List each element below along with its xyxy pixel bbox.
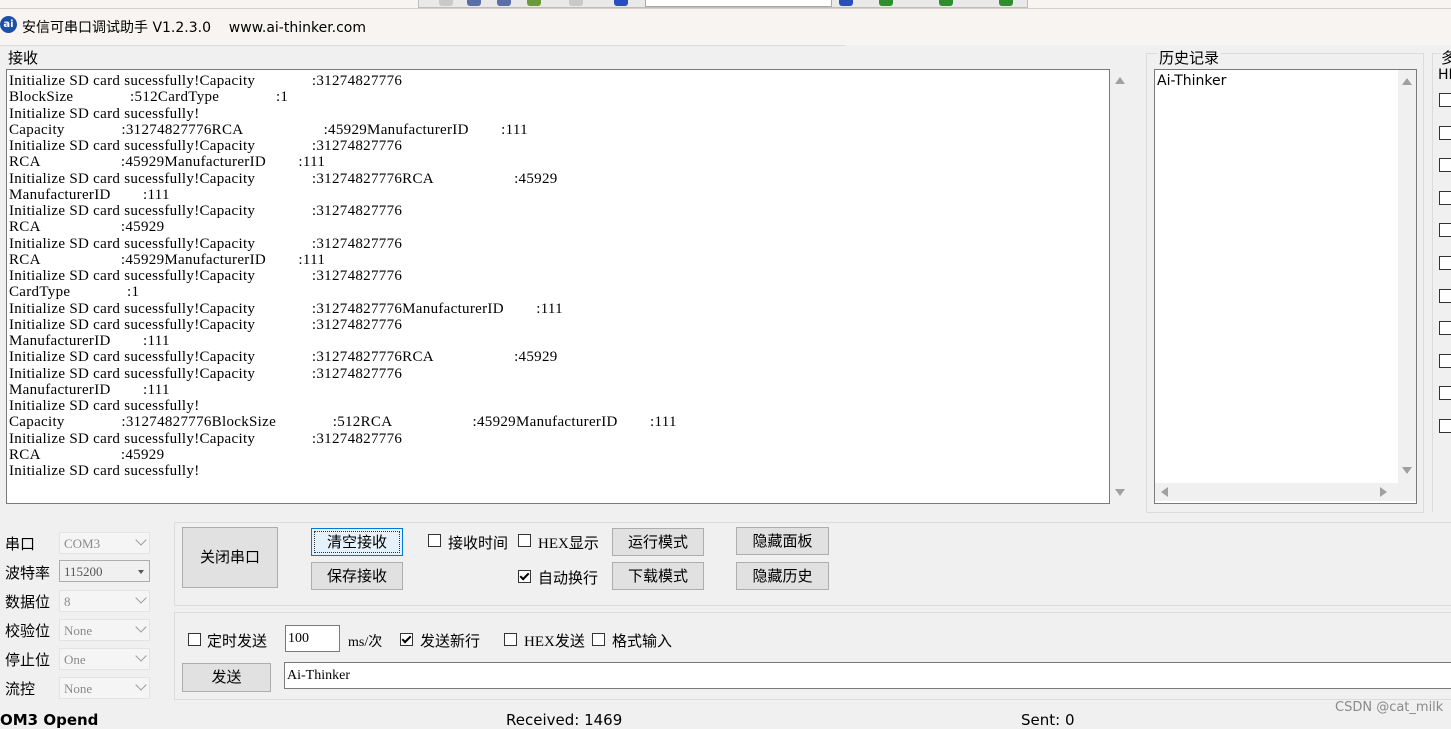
multi-string-groupbox [1432, 53, 1451, 512]
port-select[interactable]: COM3 [59, 532, 150, 554]
multi-string-checkbox[interactable] [1439, 353, 1451, 368]
scroll-up-icon[interactable] [1115, 77, 1125, 84]
multi-string-checkbox[interactable] [1439, 125, 1451, 140]
auto-wrap-label: 自动换行 [538, 569, 599, 587]
toolbar-icon [839, 0, 853, 6]
baud-select[interactable]: 115200 [59, 560, 150, 582]
receive-label: 接收 [8, 49, 39, 67]
receive-time-checkbox[interactable] [428, 534, 441, 547]
stopbits-select[interactable]: One [59, 648, 150, 670]
hide-panel-button[interactable]: 隐藏面板 [736, 527, 829, 555]
stopbits-label: 停止位 [5, 651, 51, 669]
receive-time-label: 接收时间 [448, 534, 509, 552]
receive-scrollbar[interactable] [1111, 69, 1129, 504]
scroll-up-icon[interactable] [1402, 78, 1412, 85]
history-hscrollbar[interactable] [1155, 483, 1416, 501]
interval-input[interactable] [285, 625, 340, 652]
chevron-down-icon [135, 592, 147, 604]
send-newline-checkbox[interactable] [400, 633, 413, 646]
toolbar-icon [527, 0, 541, 6]
hex-display-checkbox[interactable] [518, 534, 531, 547]
toolbar-icon [879, 0, 893, 6]
multi-string-checkbox[interactable] [1439, 223, 1451, 238]
receive-textarea[interactable]: Initialize SD card sucessfully!Capacity … [6, 69, 1110, 504]
multi-string-checkbox[interactable] [1439, 386, 1451, 401]
download-mode-button[interactable]: 下载模式 [612, 562, 704, 590]
scroll-left-icon[interactable] [1161, 487, 1168, 497]
history-label: 历史记录 [1157, 47, 1222, 68]
multi-string-checkbox[interactable] [1439, 288, 1451, 303]
clear-receive-button[interactable]: 清空接收 [311, 528, 403, 556]
multi-string-checkbox[interactable] [1439, 321, 1451, 336]
multi-hex-header: HI [1438, 67, 1451, 83]
multi-string-checkbox[interactable] [1439, 256, 1451, 270]
hex-display-label: HEX显示 [538, 536, 599, 552]
history-vscrollbar[interactable] [1398, 70, 1416, 483]
timed-send-label: 定时发送 [207, 632, 268, 650]
interval-unit-label: ms/次 [348, 635, 383, 650]
chevron-down-icon [135, 534, 147, 546]
format-input-label: 格式输入 [612, 632, 673, 650]
hide-history-button[interactable]: 隐藏历史 [736, 562, 829, 590]
window-title: 安信可串口调试助手 V1.2.3.0 www.ai-thinker.com [22, 20, 367, 36]
scroll-down-icon[interactable] [1402, 467, 1412, 474]
send-newline-label: 发送新行 [420, 632, 481, 650]
flow-select[interactable]: None [59, 677, 150, 699]
run-mode-button[interactable]: 运行模式 [612, 528, 704, 556]
toolbar-icon [439, 0, 453, 6]
send-button[interactable]: 发送 [182, 663, 271, 692]
multi-string-checkbox[interactable] [1439, 93, 1451, 107]
baud-label: 波特率 [5, 564, 51, 582]
toolbar-icon [569, 0, 583, 6]
toolbar-icon [497, 0, 511, 6]
focus-ring [314, 531, 400, 553]
status-received: Received: 1469 [506, 711, 623, 729]
dropdown-arrow-icon [138, 570, 144, 574]
toolbar-icon [999, 0, 1013, 6]
close-port-button[interactable]: 关闭串口 [182, 527, 278, 588]
toolbar-icon [467, 0, 481, 6]
timed-send-checkbox[interactable] [188, 633, 201, 646]
scroll-right-icon[interactable] [1380, 487, 1387, 497]
watermark: CSDN @cat_milk [1335, 700, 1444, 715]
chevron-down-icon [135, 679, 147, 691]
parity-label: 校验位 [5, 622, 51, 640]
save-receive-button[interactable]: 保存接收 [311, 562, 403, 590]
format-input-checkbox[interactable] [592, 633, 605, 646]
send-text-input[interactable] [284, 662, 1451, 689]
multi-string-checkbox[interactable] [1439, 158, 1451, 173]
flow-label: 流控 [5, 680, 36, 698]
status-bar [0, 711, 1451, 725]
hex-send-checkbox[interactable] [504, 633, 517, 646]
title-separator [0, 45, 845, 46]
multi-string-checkbox[interactable] [1439, 419, 1451, 433]
background-app-strip [0, 0, 1451, 9]
scroll-down-icon[interactable] [1115, 489, 1125, 496]
history-list[interactable]: Ai-Thinker [1154, 69, 1417, 504]
status-sent: Sent: 0 [1021, 711, 1075, 729]
databits-select[interactable]: 8 [59, 590, 150, 612]
status-port-state: OM3 Opend [0, 711, 99, 729]
multi-string-label: 多 [1441, 47, 1451, 68]
receive-text: Initialize SD card sucessfully!Capacity … [9, 73, 677, 479]
toolbar-icon [614, 0, 628, 6]
chevron-down-icon [135, 650, 147, 662]
auto-wrap-checkbox[interactable] [518, 570, 531, 583]
background-combo [645, 0, 832, 7]
hex-send-label: HEX发送 [524, 634, 585, 650]
multi-string-checkbox[interactable] [1439, 190, 1451, 205]
parity-select[interactable]: None [59, 619, 150, 641]
history-item[interactable]: Ai-Thinker [1157, 73, 1226, 89]
app-logo-icon: ai [0, 16, 17, 33]
databits-label: 数据位 [5, 593, 51, 611]
port-label: 串口 [5, 535, 36, 553]
toolbar-icon [939, 0, 953, 6]
chevron-down-icon [135, 621, 147, 633]
